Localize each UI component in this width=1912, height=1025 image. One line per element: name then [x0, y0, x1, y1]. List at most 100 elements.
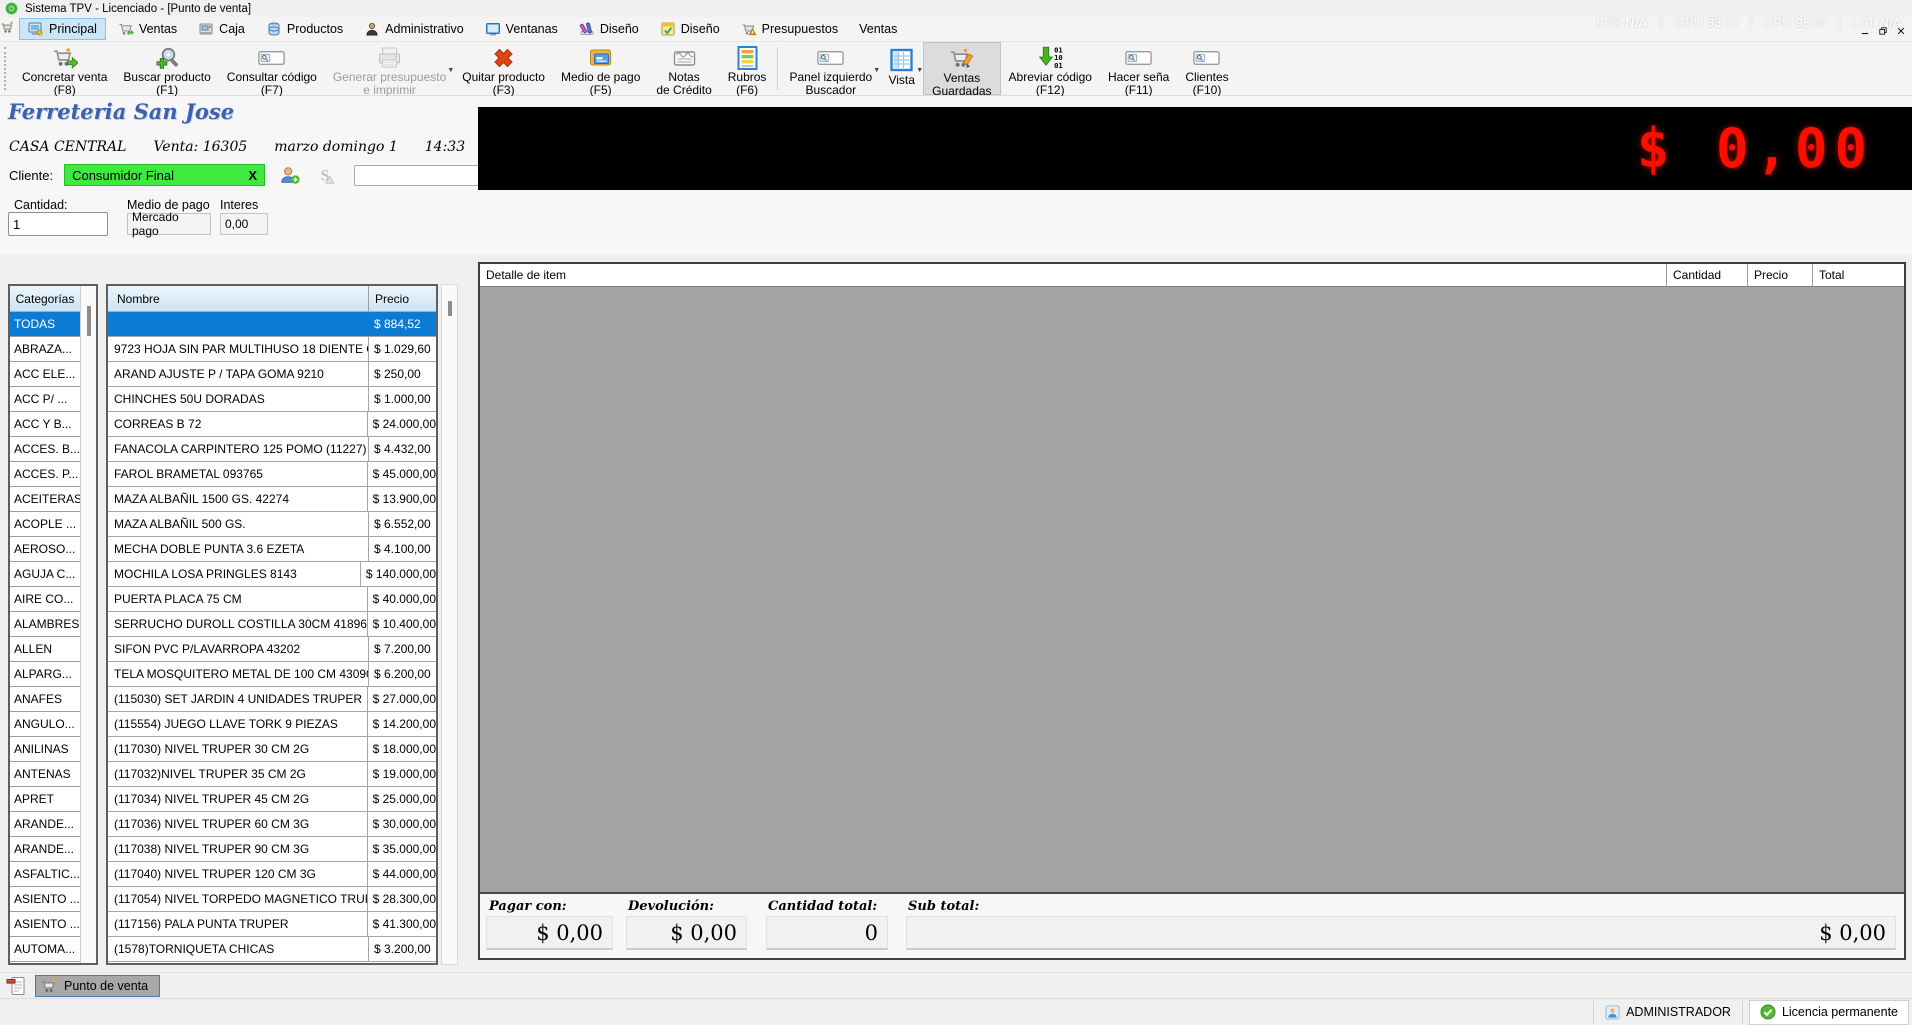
restore-icon[interactable]: [1879, 27, 1887, 35]
category-row[interactable]: ACOPLE ...: [10, 512, 80, 537]
scrollbar-thumb[interactable]: [448, 301, 452, 316]
product-row[interactable]: SERRUCHO DUROLL COSTILLA 30CM 41896$ 10.…: [108, 612, 436, 637]
menu-item-4[interactable]: Administrativo: [355, 18, 473, 40]
menu-item-6[interactable]: Diseño: [570, 18, 648, 40]
toolbar-button-4[interactable]: Quitar producto(F3): [454, 42, 553, 95]
category-row[interactable]: ARANDE...: [10, 837, 80, 862]
menu-item-2[interactable]: Caja: [189, 18, 254, 40]
category-row[interactable]: ASIENTO ...: [10, 912, 80, 937]
menu-item-7[interactable]: Diseño: [651, 18, 729, 40]
product-row[interactable]: MAZA ALBAÑIL 1500 GS. 42274$ 13.900,00: [108, 487, 436, 512]
toolbar-button-8[interactable]: Panel izquierdoBuscador▼: [781, 42, 880, 95]
product-row[interactable]: MAZA ALBAÑIL 500 GS.$ 6.552,00: [108, 512, 436, 537]
category-row[interactable]: ACC ELE...: [10, 362, 80, 387]
chevron-down-icon[interactable]: ▼: [447, 67, 454, 74]
category-row[interactable]: ANGULO...: [10, 712, 80, 737]
menu-item-8[interactable]: Presupuestos: [732, 18, 847, 40]
product-row[interactable]: PUERTA PLACA 75 CM$ 40.000,00: [108, 587, 436, 612]
category-row[interactable]: ANTENAS: [10, 762, 80, 787]
toolbar-button-9[interactable]: Vista▼: [880, 42, 923, 95]
product-row[interactable]: MECHA DOBLE PUNTA 3.6 EZETA$ 4.100,00: [108, 537, 436, 562]
menu-item-3[interactable]: Productos: [257, 18, 352, 40]
product-row[interactable]: TELA MOSQUITERO METAL DE 100 CM 43090$ 6…: [108, 662, 436, 687]
toolbar-button-11[interactable]: 011001Abreviar código(F12): [1001, 42, 1100, 95]
toolbar-button-12[interactable]: Hacer seña(F11): [1100, 42, 1177, 95]
category-row[interactable]: ARANDE...: [10, 812, 80, 837]
toolbar-button-0[interactable]: Concretar venta(F8): [14, 42, 115, 95]
chevron-down-icon[interactable]: ▼: [873, 67, 880, 74]
menu-item-5[interactable]: Ventanas: [476, 18, 567, 40]
scrollbar-thumb[interactable]: [87, 306, 91, 336]
menu-item-9[interactable]: Ventas: [850, 18, 906, 40]
chevron-down-icon[interactable]: ▼: [916, 67, 923, 74]
category-row[interactable]: ACC Y B...: [10, 412, 80, 437]
product-row[interactable]: MOCHILA LOSA PRINGLES 8143$ 140.000,00: [108, 562, 436, 587]
product-row[interactable]: $ 884,52: [108, 312, 436, 337]
status-license[interactable]: Licencia permanente: [1749, 1000, 1909, 1025]
toolbar-button-2[interactable]: Consultar código(F7): [219, 42, 325, 95]
category-row[interactable]: APRET: [10, 787, 80, 812]
product-row[interactable]: (1578)TORNIQUETA CHICAS$ 3.200,00: [108, 937, 436, 962]
minimize-icon[interactable]: [1861, 27, 1869, 35]
status-user[interactable]: ADMINISTRADOR: [1593, 1001, 1743, 1024]
category-row[interactable]: AIRE CO...: [10, 587, 80, 612]
toolbar-button-5[interactable]: Medio de pago(F5): [553, 42, 648, 95]
product-row[interactable]: (117156) PALA PUNTA TRUPER$ 41.300,00: [108, 912, 436, 937]
category-row[interactable]: AUTOMA...: [10, 937, 80, 962]
category-row[interactable]: ALAMBRES: [10, 612, 80, 637]
product-row[interactable]: (115554) JUEGO LLAVE TORK 9 PIEZAS$ 14.2…: [108, 712, 436, 737]
menu-item-0[interactable]: Principal: [19, 18, 106, 40]
product-row[interactable]: CHINCHES 50U DORADAS$ 1.000,00: [108, 387, 436, 412]
category-row[interactable]: ALPARG...: [10, 662, 80, 687]
categories-header[interactable]: Categorías: [10, 286, 80, 312]
category-row[interactable]: ACCES. B...: [10, 437, 80, 462]
category-row[interactable]: ASIENTO ...: [10, 887, 80, 912]
product-row[interactable]: FANACOLA CARPINTERO 125 POMO (11227)$ 4.…: [108, 437, 436, 462]
category-row[interactable]: ABRAZA...: [10, 337, 80, 362]
product-row[interactable]: (117034) NIVEL TRUPER 45 CM 2G$ 25.000,0…: [108, 787, 436, 812]
toolbar-grip[interactable]: [4, 47, 10, 90]
column-header-precio[interactable]: Precio: [369, 286, 436, 311]
category-row[interactable]: AGUJA C...: [10, 562, 80, 587]
product-row[interactable]: (117040) NIVEL TRUPER 120 CM 3G$ 44.000,…: [108, 862, 436, 887]
product-row[interactable]: (117036) NIVEL TRUPER 60 CM 3G$ 30.000,0…: [108, 812, 436, 837]
product-row[interactable]: (117032)NIVEL TRUPER 35 CM 2G$ 19.000,00: [108, 762, 436, 787]
product-row[interactable]: 9723 HOJA SIN PAR MULTIHUSO 18 DIENTE C.…: [108, 337, 436, 362]
product-row[interactable]: (117054) NIVEL TORPEDO MAGNETICO TRUPER$…: [108, 887, 436, 912]
category-row[interactable]: ANILINAS: [10, 737, 80, 762]
product-row[interactable]: SIFON PVC P/LAVARROPA 43202$ 7.200,00: [108, 637, 436, 662]
column-header-nombre[interactable]: Nombre: [108, 286, 369, 311]
category-row[interactable]: ACC P/ ...: [10, 387, 80, 412]
product-row[interactable]: ARAND AJUSTE P / TAPA GOMA 9210$ 250,00: [108, 362, 436, 387]
category-row[interactable]: ACCES. P...: [10, 462, 80, 487]
category-row[interactable]: ALLEN: [10, 637, 80, 662]
menu-item-1[interactable]: Ventas: [109, 18, 186, 40]
cantidad-input[interactable]: [8, 212, 108, 236]
category-row[interactable]: ASFALTIC...: [10, 862, 80, 887]
add-client-button[interactable]: [276, 163, 303, 187]
product-row[interactable]: (117030) NIVEL TRUPER 30 CM 2G$ 18.000,0…: [108, 737, 436, 762]
toolbar-button-1[interactable]: Buscar producto(F1): [115, 42, 218, 95]
categories-scrollbar[interactable]: [80, 286, 96, 963]
barcode-input[interactable]: [354, 165, 482, 186]
toolbar-button-10[interactable]: VentasGuardadas: [923, 42, 1000, 95]
client-balance-button[interactable]: S: [314, 163, 341, 187]
category-row[interactable]: TODAS: [10, 312, 80, 337]
product-row[interactable]: (115030) SET JARDIN 4 UNIDADES TRUPER$ 2…: [108, 687, 436, 712]
toolbar-button-6[interactable]: Notasde Crédito: [648, 42, 719, 95]
pagar-con-value[interactable]: $ 0,00: [486, 916, 613, 950]
medio-pago-value[interactable]: Mercado pago: [127, 213, 211, 235]
interes-value[interactable]: 0,00: [220, 213, 268, 235]
clear-client-icon[interactable]: X: [248, 168, 257, 183]
product-row[interactable]: (117038) NIVEL TRUPER 90 CM 3G$ 35.000,0…: [108, 837, 436, 862]
client-input[interactable]: Consumidor Final X: [64, 164, 265, 186]
tab-punto-de-venta[interactable]: Punto de venta: [35, 975, 160, 997]
category-row[interactable]: AEROSO...: [10, 537, 80, 562]
product-row[interactable]: CORREAS B 72$ 24.000,00: [108, 412, 436, 437]
category-row[interactable]: ACEITERAS: [10, 487, 80, 512]
products-scrollbar[interactable]: [441, 284, 458, 965]
product-row[interactable]: FAROL BRAMETAL 093765$ 45.000,00: [108, 462, 436, 487]
toolbar-button-13[interactable]: Clientes(F10): [1177, 42, 1236, 95]
category-row[interactable]: ANAFES: [10, 687, 80, 712]
close-icon[interactable]: [1897, 27, 1905, 35]
